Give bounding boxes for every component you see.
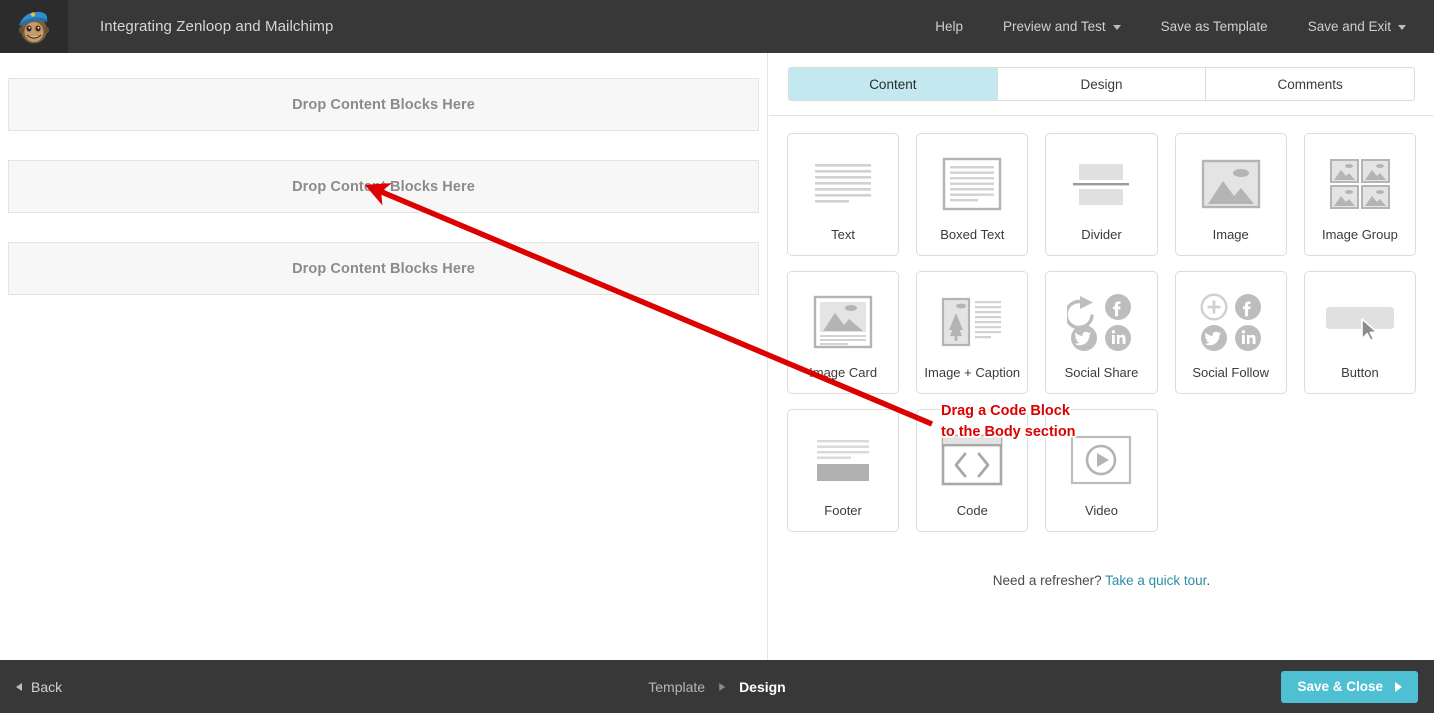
image-caption-icon bbox=[917, 289, 1027, 355]
block-text[interactable]: Text bbox=[787, 133, 900, 256]
image-group-icon bbox=[1305, 151, 1415, 217]
block-divider-label: Divider bbox=[1081, 227, 1122, 242]
boxed-text-icon bbox=[917, 151, 1027, 217]
content-blocks-panel: Content Design Comments Text Boxed Text … bbox=[769, 53, 1434, 660]
email-canvas: Drop Content Blocks Here Drop Content Bl… bbox=[0, 53, 768, 660]
block-button[interactable]: Button bbox=[1303, 271, 1416, 394]
chevron-left-icon bbox=[16, 682, 22, 691]
image-card-icon bbox=[788, 289, 898, 355]
refresher-suffix: . bbox=[1206, 573, 1211, 588]
panel-tabs: Content Design Comments bbox=[788, 67, 1415, 101]
nav-help-label: Help bbox=[935, 19, 964, 34]
dropzone-2[interactable]: Drop Content Blocks Here bbox=[8, 160, 759, 213]
chevron-down-icon bbox=[1398, 25, 1406, 30]
block-text-label: Text bbox=[831, 227, 856, 242]
block-footer-label: Footer bbox=[824, 503, 862, 518]
dropzone-3[interactable]: Drop Content Blocks Here bbox=[8, 242, 759, 295]
block-image-card-label: Image Card bbox=[809, 365, 878, 380]
divider-icon bbox=[1046, 151, 1156, 217]
code-brackets-icon bbox=[917, 427, 1027, 493]
breadcrumb-template[interactable]: Template bbox=[648, 679, 705, 695]
top-header-bar: Integrating Zenloop and Mailchimp Help P… bbox=[0, 0, 1434, 53]
refresher-hint: Need a refresher? Take a quick tour. bbox=[769, 573, 1434, 588]
freddie-monkey-icon bbox=[18, 11, 50, 43]
nav-save-as-template[interactable]: Save as Template bbox=[1141, 0, 1288, 53]
block-social-follow-label: Social Follow bbox=[1192, 365, 1269, 380]
tab-design-label: Design bbox=[1080, 76, 1123, 92]
tab-comments[interactable]: Comments bbox=[1206, 68, 1414, 100]
nav-save-and-exit[interactable]: Save and Exit bbox=[1288, 0, 1434, 53]
content-block-grid: Text Boxed Text Divider Image Image Grou… bbox=[769, 116, 1434, 532]
breadcrumb: Template Design bbox=[648, 679, 786, 695]
tab-design[interactable]: Design bbox=[997, 68, 1207, 100]
block-image-group[interactable]: Image Group bbox=[1303, 133, 1416, 256]
tab-content[interactable]: Content bbox=[789, 68, 998, 100]
block-code[interactable]: Code bbox=[916, 409, 1029, 532]
block-social-share[interactable]: Social Share bbox=[1045, 271, 1158, 394]
block-image-card[interactable]: Image Card bbox=[787, 271, 900, 394]
block-image-caption-label: Image + Caption bbox=[924, 365, 1021, 380]
mailchimp-email-designer: Integrating Zenloop and Mailchimp Help P… bbox=[0, 0, 1434, 713]
block-boxed-text[interactable]: Boxed Text bbox=[916, 133, 1029, 256]
save-and-close-label: Save & Close bbox=[1297, 679, 1383, 694]
block-image-group-label: Image Group bbox=[1321, 227, 1398, 242]
nav-preview-and-test-label: Preview and Test bbox=[1003, 19, 1106, 34]
chevron-right-icon bbox=[719, 682, 726, 691]
block-divider[interactable]: Divider bbox=[1045, 133, 1158, 256]
block-button-label: Button bbox=[1341, 365, 1379, 380]
block-social-share-label: Social Share bbox=[1064, 365, 1139, 380]
dropzone-1-label: Drop Content Blocks Here bbox=[292, 96, 475, 113]
save-and-close-button[interactable]: Save & Close bbox=[1281, 670, 1418, 703]
breadcrumb-design: Design bbox=[739, 678, 786, 695]
dropzone-3-label: Drop Content Blocks Here bbox=[292, 260, 475, 277]
block-social-follow[interactable]: Social Follow bbox=[1174, 271, 1287, 394]
block-image[interactable]: Image bbox=[1174, 133, 1287, 256]
back-button-label: Back bbox=[31, 678, 63, 695]
nav-save-as-template-label: Save as Template bbox=[1160, 19, 1268, 34]
mailchimp-freddie-logo[interactable] bbox=[0, 0, 68, 53]
nav-preview-and-test[interactable]: Preview and Test bbox=[983, 0, 1141, 53]
text-lines-icon bbox=[788, 151, 898, 217]
bottom-footer-bar: Back Template Design Save & Close bbox=[0, 660, 1434, 713]
block-image-label: Image bbox=[1212, 227, 1249, 242]
block-video[interactable]: Video bbox=[1045, 409, 1158, 532]
header-nav: Help Preview and Test Save as Template S… bbox=[915, 0, 1434, 53]
block-code-label: Code bbox=[956, 503, 988, 518]
chevron-right-icon bbox=[1395, 681, 1402, 692]
nav-help[interactable]: Help bbox=[915, 0, 983, 53]
tab-content-label: Content bbox=[869, 76, 917, 92]
block-boxed-text-label: Boxed Text bbox=[940, 227, 1005, 242]
chevron-down-icon bbox=[1112, 25, 1121, 30]
image-icon bbox=[1176, 151, 1286, 217]
social-follow-icon bbox=[1176, 289, 1286, 355]
back-button[interactable]: Back bbox=[16, 679, 62, 695]
video-play-icon bbox=[1046, 427, 1156, 493]
refresher-text: Need a refresher? bbox=[992, 573, 1106, 588]
take-a-quick-tour-link[interactable]: Take a quick tour bbox=[1105, 573, 1206, 588]
dropzone-1[interactable]: Drop Content Blocks Here bbox=[8, 78, 759, 131]
block-video-label: Video bbox=[1084, 503, 1118, 518]
button-cursor-icon bbox=[1305, 289, 1415, 355]
social-share-icon bbox=[1046, 289, 1156, 355]
block-footer[interactable]: Footer bbox=[787, 409, 900, 532]
nav-save-and-exit-label: Save and Exit bbox=[1307, 19, 1391, 34]
tab-comments-label: Comments bbox=[1277, 76, 1343, 92]
footer-icon bbox=[788, 427, 898, 493]
campaign-title: Integrating Zenloop and Mailchimp bbox=[100, 18, 334, 35]
dropzone-2-label: Drop Content Blocks Here bbox=[292, 178, 475, 195]
block-image-caption[interactable]: Image + Caption bbox=[916, 271, 1029, 394]
